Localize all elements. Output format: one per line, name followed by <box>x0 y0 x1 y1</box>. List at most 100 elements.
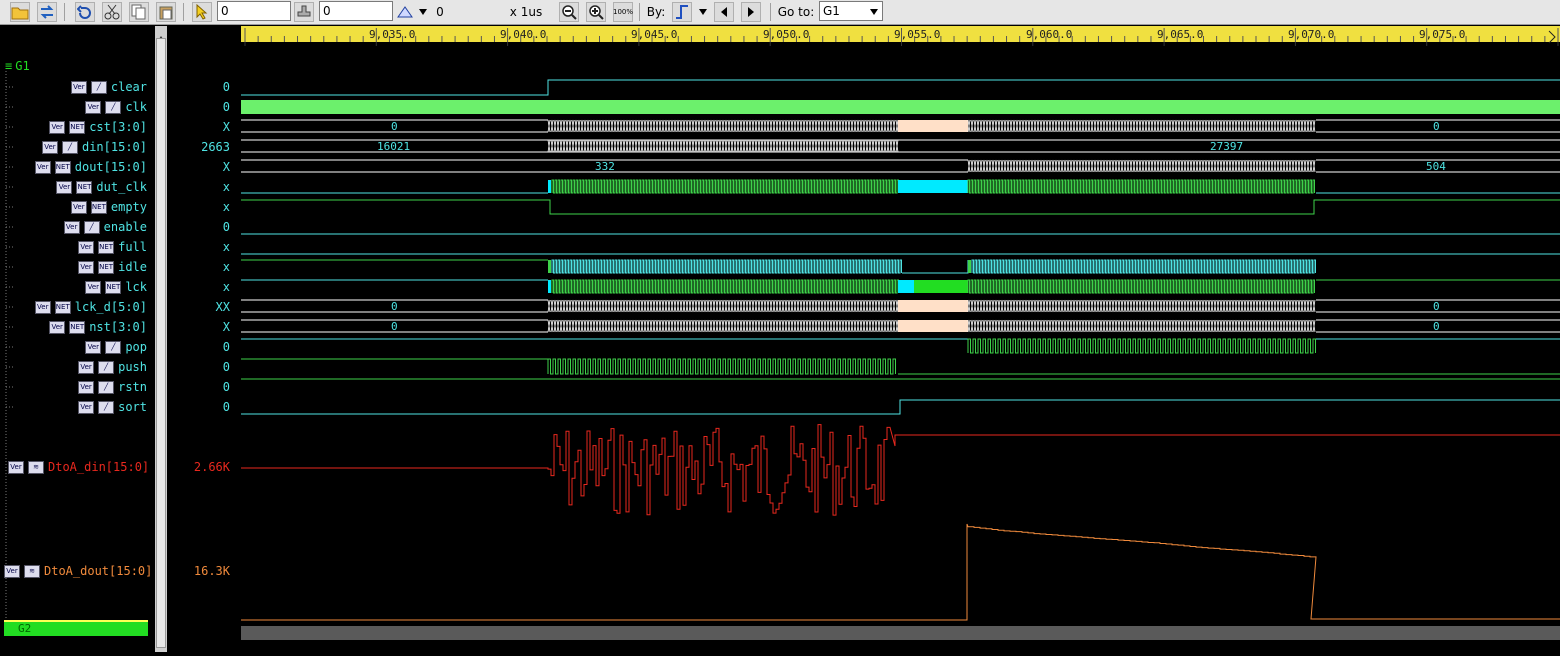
ver-icon: Ver <box>56 180 73 194</box>
value-full: x <box>222 240 230 254</box>
bus-label-cst-left: 0 <box>391 120 398 133</box>
chevron-down-icon[interactable] <box>417 2 429 22</box>
wave-trace <box>898 180 968 193</box>
wave-trace <box>547 358 896 375</box>
wave-trace <box>898 120 968 132</box>
ruler-label: 9,050.0 <box>763 28 809 41</box>
signal-row-clear[interactable]: Ver ╱ clear <box>70 78 147 96</box>
value-nst: X <box>222 320 230 334</box>
edge-icon[interactable] <box>672 2 692 22</box>
waveform-area[interactable]: 9,035.0 9,040.0 9,045.0 9,050.0 9,055.0 … <box>241 26 1560 652</box>
group-g2[interactable]: G2 <box>4 620 148 636</box>
goto-select-value: G1 <box>823 4 840 18</box>
signal-name: dout[15:0] <box>74 160 147 174</box>
group-g2-label: G2 <box>18 622 32 635</box>
wave-trace <box>967 279 1315 294</box>
wave-trace <box>898 300 968 312</box>
signal-name: empty <box>110 200 147 214</box>
scroll-up-icon[interactable] <box>156 28 166 42</box>
pointer-icon[interactable] <box>192 2 212 22</box>
wave-trace <box>547 299 899 313</box>
ruler-label: 9,060.0 <box>1026 28 1072 41</box>
undo-icon[interactable] <box>75 2 95 22</box>
wire-icon: ╱ <box>105 340 122 354</box>
next-edge-icon[interactable] <box>741 2 761 22</box>
waveform-canvas[interactable]: 9,035.0 9,040.0 9,045.0 9,050.0 9,055.0 … <box>241 26 1560 652</box>
wave-trace <box>914 280 968 293</box>
value-clear: 0 <box>222 80 230 94</box>
wave-trace <box>902 260 969 274</box>
value-sort: 0 <box>222 400 230 414</box>
wave-trace <box>967 179 1315 194</box>
ver-icon: Ver <box>78 260 95 274</box>
signal-row-full[interactable]: Ver NET full <box>78 238 147 256</box>
signal-row-pop[interactable]: Ver ╱ pop <box>85 338 147 356</box>
wave-trace <box>241 399 1560 415</box>
signal-name: DtoA_din[15:0] <box>48 460 150 474</box>
signal-name: din[15:0] <box>81 140 147 154</box>
ver-icon: Ver <box>78 360 95 374</box>
signal-row-rstn[interactable]: Ver ╱ rstn <box>78 378 147 396</box>
marker-icon[interactable] <box>294 2 314 22</box>
analog-row-dtoa-din[interactable]: Ver ≋ DtoA_din[15:0] <box>8 458 149 476</box>
signal-name: idle <box>118 260 147 274</box>
signal-row-din[interactable]: Ver ╱ din[15:0] <box>41 138 147 156</box>
zoom-100-button[interactable]: 100% <box>613 2 633 22</box>
ver-icon: Ver <box>78 400 95 414</box>
value-dtoa-din: 2.66K <box>193 460 230 474</box>
group-g1[interactable]: ≡ G1 <box>5 58 30 74</box>
signal-row-idle[interactable]: Ver NET idle <box>78 258 147 276</box>
horizontal-scrollbar[interactable] <box>241 626 1560 640</box>
ver-icon: Ver <box>78 240 95 254</box>
group-expand-icon[interactable]: ≡ <box>5 59 12 73</box>
copy-icon[interactable] <box>129 2 149 22</box>
by-label: By: <box>646 5 666 19</box>
signal-row-clk[interactable]: Ver ╱ clk <box>85 98 147 116</box>
ver-icon: Ver <box>8 460 24 474</box>
signal-name: DtoA_dout[15:0] <box>44 564 153 578</box>
signal-row-lck-d[interactable]: Ver NET lck_d[5:0] <box>34 298 147 316</box>
value-push: 0 <box>222 360 230 374</box>
signal-row-nst[interactable]: Ver NET nst[3:0] <box>49 318 147 336</box>
signal-row-enable[interactable]: Ver ╱ enable <box>63 218 147 236</box>
cursor-time-input[interactable]: 0 <box>217 1 291 21</box>
signal-row-lck[interactable]: Ver NET lck <box>85 278 147 296</box>
signal-row-cst[interactable]: Ver NET cst[3:0] <box>49 118 147 136</box>
ruler-label: 9,035.0 <box>369 28 415 41</box>
net-icon: NET <box>54 300 71 314</box>
net-icon: NET <box>54 160 71 174</box>
ver-icon: Ver <box>85 280 102 294</box>
open-folder-icon[interactable] <box>10 2 30 22</box>
swap-icon[interactable] <box>37 2 57 22</box>
signal-row-sort[interactable]: Ver ╱ sort <box>78 398 147 416</box>
goto-select[interactable]: G1 <box>819 1 883 21</box>
paste-icon[interactable] <box>156 2 176 22</box>
ver-icon: Ver <box>49 320 66 334</box>
wave-trace <box>967 338 1316 354</box>
analog-icon: ≋ <box>24 564 40 578</box>
signal-row-push[interactable]: Ver ╱ push <box>78 358 147 376</box>
analog-row-dtoa-dout[interactable]: Ver ≋ DtoA_dout[15:0] <box>4 562 152 580</box>
scroll-thumb[interactable] <box>156 38 166 648</box>
ver-icon: Ver <box>63 220 80 234</box>
vertical-scrollbar[interactable] <box>155 26 167 652</box>
edge-dropdown-icon[interactable] <box>697 2 709 22</box>
value-cst: X <box>222 120 230 134</box>
signal-row-dout[interactable]: Ver NET dout[15:0] <box>34 158 147 176</box>
signal-name: lck_d[5:0] <box>74 300 147 314</box>
signal-name: dut_clk <box>96 180 147 194</box>
signal-name: clear <box>110 80 147 94</box>
wave-trace <box>967 159 1316 173</box>
delta-icon[interactable] <box>396 2 414 22</box>
zoom-in-icon[interactable] <box>586 2 606 22</box>
signal-name: rstn <box>118 380 147 394</box>
cut-icon[interactable] <box>102 2 122 22</box>
value-clk: 0 <box>222 100 230 114</box>
wave-trace <box>967 319 1316 333</box>
marker-time-input[interactable]: 0 <box>319 1 393 21</box>
signal-row-dut-clk[interactable]: Ver NET dut_clk <box>56 178 147 196</box>
zoom-out-icon[interactable] <box>559 2 579 22</box>
signal-row-empty[interactable]: Ver NET empty <box>70 198 147 216</box>
wave-trace <box>241 424 1560 516</box>
prev-edge-icon[interactable] <box>714 2 734 22</box>
